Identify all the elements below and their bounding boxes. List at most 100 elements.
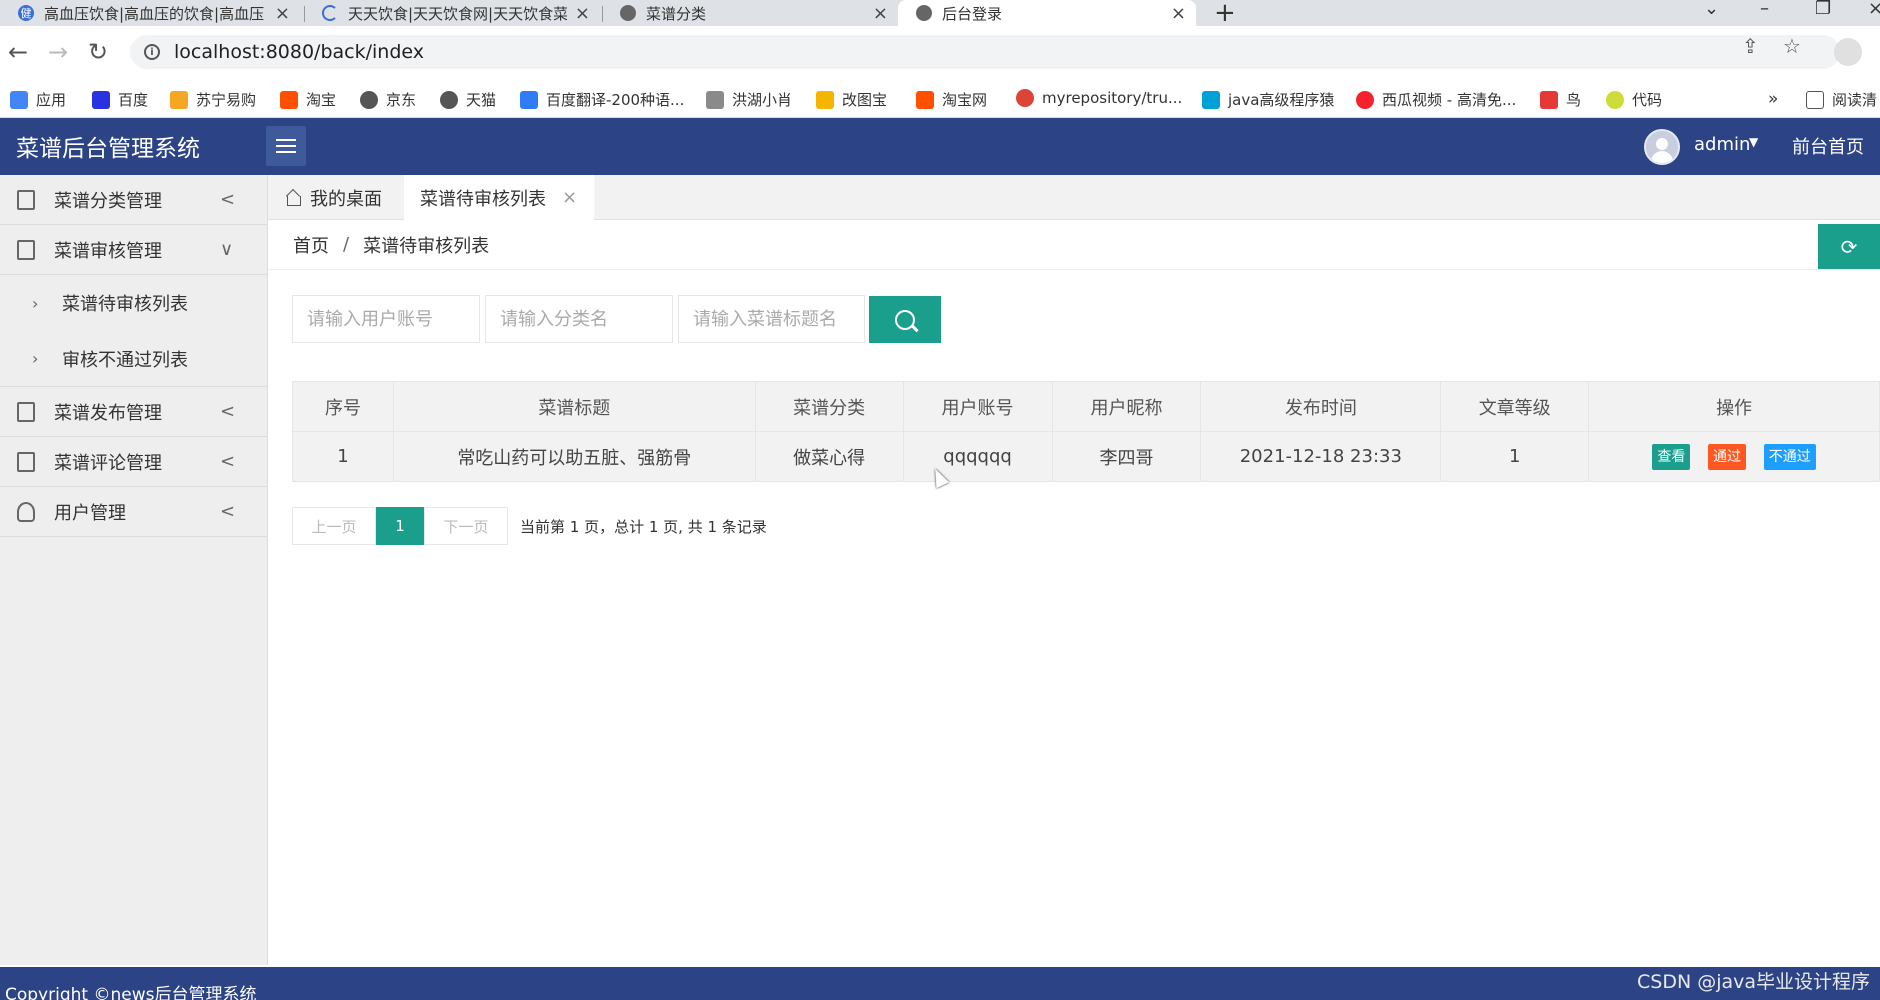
breadcrumb-home[interactable]: 首页 xyxy=(293,232,329,258)
front-home-link[interactable]: 前台首页 xyxy=(1792,133,1864,159)
breadcrumb-current: 菜谱待审核列表 xyxy=(363,235,490,257)
column-header: 用户账号 xyxy=(902,381,1053,432)
sidebar-item-category[interactable]: 菜谱分类管理 < xyxy=(0,175,268,225)
minimize-icon[interactable]: – xyxy=(1760,0,1769,19)
tab-label: 菜谱待审核列表 xyxy=(420,188,546,210)
menu-toggle-button[interactable] xyxy=(266,126,306,166)
category-search-input[interactable] xyxy=(485,295,673,343)
restore-icon[interactable]: ❐ xyxy=(1815,0,1831,19)
bookmark-item[interactable]: 苏宁易购 xyxy=(170,89,256,110)
sidebar-item-publish[interactable]: 菜谱发布管理 < xyxy=(0,387,268,437)
browser-tab[interactable]: 菜谱分类 × xyxy=(602,0,898,26)
page-number-button[interactable]: 1 xyxy=(376,507,424,545)
bookmark-item[interactable]: 淘宝 xyxy=(280,89,336,110)
sidebar-item-users[interactable]: 用户管理 < xyxy=(0,487,268,537)
bookmark-overflow-button[interactable]: » xyxy=(1768,89,1778,109)
share-icon[interactable]: ⇪ xyxy=(1742,34,1759,58)
reload-icon[interactable]: ↻ xyxy=(88,38,108,66)
back-arrow-icon[interactable]: ← xyxy=(8,38,28,66)
bookmark-label: 淘宝 xyxy=(306,91,337,109)
breadcrumb-separator: / xyxy=(343,234,350,255)
app-title: 菜谱后台管理系统 xyxy=(16,136,200,162)
sidebar-subitem-rejected[interactable]: › 审核不通过列表 xyxy=(0,331,268,387)
bookmark-item[interactable]: 京东 xyxy=(360,89,416,110)
tab-desktop[interactable]: 我的桌面 xyxy=(286,175,382,220)
site-info-icon[interactable]: i xyxy=(144,44,160,60)
bird-icon xyxy=(706,90,724,109)
bookmarks-bar: 应用 百度 苏宁易购 淘宝 京东 天猫 百度翻译-200种语... 洪湖小肖 改… xyxy=(0,80,1880,118)
sidebar-item-review[interactable]: 菜谱审核管理 ∨ xyxy=(0,225,268,275)
close-tab-icon[interactable]: × xyxy=(275,3,290,24)
url-omnibox[interactable]: i localhost:8080/back/index xyxy=(130,35,1840,69)
search-icon xyxy=(895,309,915,330)
refresh-icon: ⟳ xyxy=(1840,234,1858,259)
sidebar-item-label: 菜谱发布管理 xyxy=(54,402,162,424)
bookmark-item[interactable]: 西瓜视频 - 高清免... xyxy=(1356,89,1516,110)
globe-icon xyxy=(620,5,636,21)
bookmark-item[interactable]: 代码 xyxy=(1606,89,1662,110)
prev-page-button[interactable]: 上一页 xyxy=(292,507,376,545)
user-name[interactable]: admin xyxy=(1694,134,1750,155)
copyright-text: Copyright ©news后台管理系统 xyxy=(5,985,257,1000)
browser-tab[interactable]: 天天饮食|天天饮食网|天天饮食菜 × xyxy=(304,0,600,26)
globe-icon xyxy=(916,5,932,21)
table-header-row: 序号 菜谱标题 菜谱分类 用户账号 用户昵称 发布时间 文章等级 操作 xyxy=(292,381,1880,432)
new-tab-plus-icon[interactable]: + xyxy=(1214,0,1236,28)
forward-arrow-icon[interactable]: → xyxy=(48,38,68,66)
globe-icon xyxy=(360,90,378,109)
sidebar-item-label: 用户管理 xyxy=(54,502,126,524)
refresh-button[interactable]: ⟳ xyxy=(1818,224,1880,269)
browser-tab-active[interactable]: 后台登录 × xyxy=(898,0,1196,26)
browser-tab[interactable]: 健 高血压饮食|高血压的饮食|高血压 × xyxy=(0,0,300,26)
bookmark-item[interactable]: java高级程序猿 xyxy=(1202,89,1334,110)
caret-down-icon[interactable]: ▼ xyxy=(1749,135,1758,149)
url-text[interactable]: localhost:8080/back/index xyxy=(174,41,424,63)
sidebar-item-label: 菜谱分类管理 xyxy=(54,190,162,212)
search-button[interactable] xyxy=(869,296,941,343)
cell-account: qqqqqq xyxy=(902,431,1053,482)
chevron-left-icon: < xyxy=(220,401,236,422)
bookmark-item[interactable]: myrepository/tru... xyxy=(1016,89,1182,107)
sidebar-item-comments[interactable]: 菜谱评论管理 < xyxy=(0,437,268,487)
approve-button[interactable]: 通过 xyxy=(1708,443,1747,470)
close-tab-icon[interactable]: × xyxy=(575,3,590,24)
reject-button[interactable]: 不通过 xyxy=(1763,443,1816,470)
bookmark-item[interactable]: 改图宝 xyxy=(816,89,887,110)
globe-icon xyxy=(440,90,458,109)
bookmark-item[interactable]: 洪湖小肖 xyxy=(706,89,792,110)
bookmark-label: 百度翻译-200种语... xyxy=(546,91,685,109)
bookmark-item[interactable]: 天猫 xyxy=(440,89,496,110)
close-icon[interactable]: × xyxy=(562,187,577,208)
taobao-icon xyxy=(916,90,934,109)
reading-list-button[interactable]: 阅读清 xyxy=(1806,89,1877,110)
cell-actions: 查看 通过 不通过 xyxy=(1588,431,1880,482)
browser-tab-label: 后台登录 xyxy=(942,4,1003,23)
bookmark-item[interactable]: 鸟 xyxy=(1540,89,1581,110)
bookmark-item[interactable]: 淘宝网 xyxy=(916,89,987,110)
column-header: 序号 xyxy=(292,381,394,432)
title-search-input[interactable] xyxy=(678,295,865,343)
close-window-icon[interactable]: × xyxy=(1868,0,1880,19)
close-tab-icon[interactable]: × xyxy=(873,3,888,24)
bookmark-label: 天猫 xyxy=(466,91,497,109)
bird-icon xyxy=(1540,90,1558,109)
bookmark-star-icon[interactable]: ☆ xyxy=(1783,34,1801,58)
code-icon xyxy=(1606,90,1624,109)
apps-grid-icon xyxy=(10,90,28,109)
account-search-input[interactable] xyxy=(292,295,480,343)
close-tab-icon[interactable]: × xyxy=(1171,3,1186,24)
view-button[interactable]: 查看 xyxy=(1652,443,1691,470)
profile-icon[interactable] xyxy=(1834,38,1862,66)
tab-pending-list[interactable]: 菜谱待审核列表 × xyxy=(404,175,594,220)
bookmark-label: 苏宁易购 xyxy=(196,91,257,109)
tab-search-chevron-icon[interactable]: ⌄ xyxy=(1704,0,1719,19)
next-page-button[interactable]: 下一页 xyxy=(424,507,508,545)
avatar[interactable] xyxy=(1644,129,1680,165)
bookmark-apps[interactable]: 应用 xyxy=(10,89,66,110)
suning-icon xyxy=(170,90,188,109)
cell-title: 常吃山药可以助五脏、强筋骨 xyxy=(392,431,756,482)
sidebar-subitem-pending[interactable]: › 菜谱待审核列表 xyxy=(0,275,268,331)
bookmark-item[interactable]: 百度翻译-200种语... xyxy=(520,89,684,110)
bookmark-item[interactable]: 百度 xyxy=(92,89,148,110)
sidebar-subitem-label: 审核不通过列表 xyxy=(62,349,188,371)
